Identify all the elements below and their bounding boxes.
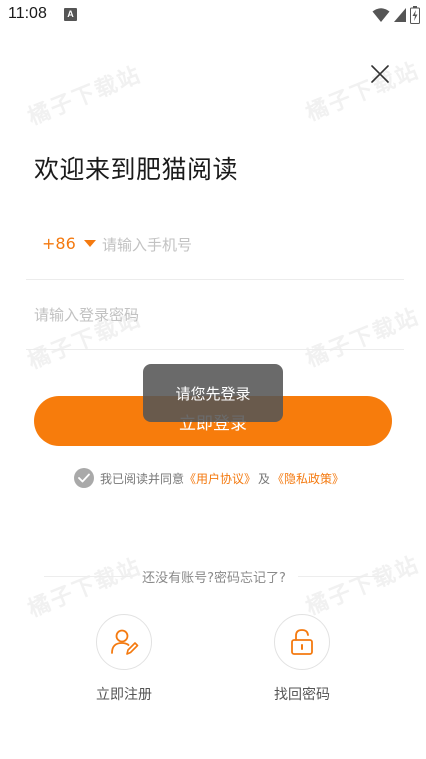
signal-icon (394, 8, 406, 22)
privacy-policy-link[interactable]: 《隐私政策》 (272, 470, 344, 487)
watermark: 橘子下载站 (24, 62, 146, 131)
wifi-icon (372, 8, 390, 22)
agreement-row: 我已阅读并同意 《用户协议》 及 《隐私政策》 (74, 468, 344, 488)
password-row (26, 292, 404, 350)
caret-down-icon (83, 240, 96, 247)
password-input[interactable] (34, 300, 394, 330)
battery-icon (410, 6, 420, 24)
register-label: 立即注册 (96, 687, 152, 703)
register-button[interactable]: 立即注册 (74, 614, 174, 704)
page-title: 欢迎来到肥猫阅读 (34, 155, 239, 184)
find-password-label: 找回密码 (274, 687, 330, 703)
register-circle (96, 614, 152, 670)
watermark: 橘子下载站 (302, 58, 424, 127)
country-code-label: +86 (42, 234, 76, 253)
find-password-button[interactable]: 找回密码 (252, 614, 352, 704)
check-icon (78, 473, 90, 483)
find-password-circle (274, 614, 330, 670)
status-bar: 11:08 A (0, 0, 426, 30)
divider-text: 还没有账号?密码忘记了? (142, 571, 286, 586)
toast-message: 请您先登录 (143, 364, 283, 422)
status-time: 11:08 (8, 5, 47, 22)
watermark: 橘子下载站 (24, 554, 146, 623)
agree-checkbox[interactable] (74, 468, 94, 488)
close-icon (371, 65, 389, 83)
phone-row: +86 (26, 222, 404, 280)
country-code-selector[interactable]: +86 (42, 234, 96, 253)
user-edit-icon (111, 629, 139, 655)
alternate-options-divider: 还没有账号?密码忘记了? (44, 566, 384, 586)
agreement-joiner: 及 (258, 471, 271, 486)
agreement-prefix: 我已阅读并同意 (100, 471, 185, 486)
phone-input[interactable] (102, 230, 392, 260)
notification-icon: A (64, 8, 77, 21)
unlock-icon (291, 629, 313, 655)
close-button[interactable] (366, 60, 394, 88)
status-icons (372, 6, 420, 24)
user-agreement-link[interactable]: 《用户协议》 (184, 470, 256, 487)
